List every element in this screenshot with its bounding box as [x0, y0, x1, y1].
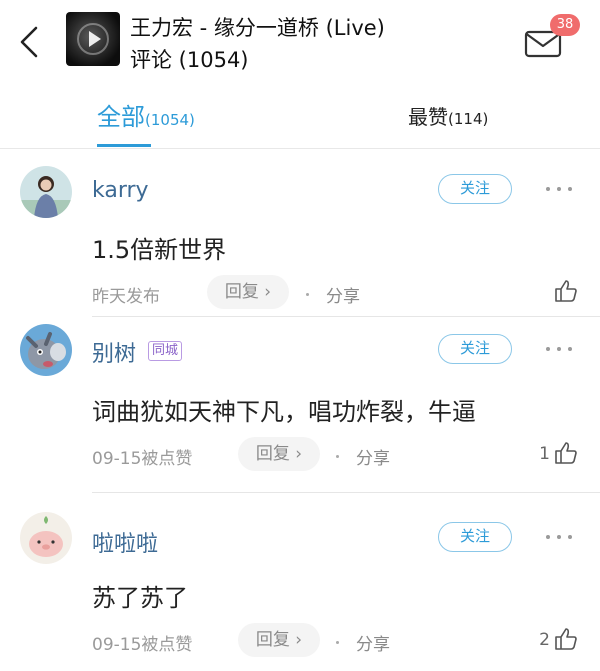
like-count: 2 [539, 630, 550, 650]
share-button[interactable]: 分享 [326, 282, 360, 307]
reply-button[interactable]: 回复 › [207, 275, 289, 309]
song-title: 王力宏 - 缘分一道桥 (Live) [130, 16, 385, 40]
share-button[interactable]: 分享 [356, 444, 390, 469]
avatar[interactable] [20, 166, 72, 218]
divider [92, 492, 600, 493]
username[interactable]: karry [92, 178, 149, 203]
reply-button[interactable]: 回复 › [238, 437, 320, 471]
comment-text: 苏了苏了 [92, 584, 188, 612]
more-options-icon[interactable] [546, 184, 574, 194]
play-icon [89, 31, 101, 47]
tab-all-label: 全部 [97, 103, 145, 131]
separator-dot [336, 455, 339, 458]
divider [92, 316, 600, 317]
active-tab-indicator [97, 144, 151, 147]
username[interactable]: 别树 [92, 336, 136, 368]
comment-meta: 昨天发布 [92, 287, 160, 307]
reply-button[interactable]: 回复 › [238, 623, 320, 657]
thumbs-up-icon[interactable] [554, 627, 578, 651]
tab-hot-count: (114) [448, 110, 489, 128]
comment-count-title: 评论 (1054) [130, 48, 249, 72]
avatar-pig-image [20, 512, 72, 564]
follow-button[interactable]: 关注 [438, 174, 512, 204]
comment-text: 词曲犹如天神下凡，唱功炸裂，牛逼 [92, 398, 476, 426]
username[interactable]: 啦啦啦 [92, 526, 158, 558]
like-count: 1 [539, 444, 550, 464]
avatar[interactable] [20, 512, 72, 564]
avatar-cartoon-image [20, 324, 72, 376]
avatar[interactable] [20, 324, 72, 376]
comment-tabs: 全部(1054) 最赞(114) [0, 90, 600, 149]
back-arrow-icon[interactable] [14, 22, 44, 62]
tab-all[interactable]: 全部(1054) [97, 90, 195, 148]
tab-all-count: (1054) [145, 111, 195, 129]
more-options-icon[interactable] [546, 344, 574, 354]
follow-button[interactable]: 关注 [438, 334, 512, 364]
comment-text: 1.5倍新世界 [92, 236, 227, 264]
separator-dot [306, 293, 309, 296]
same-city-badge: 同城 [148, 341, 183, 361]
tab-hot-label: 最赞 [408, 105, 448, 129]
share-button[interactable]: 分享 [356, 630, 390, 655]
thumbs-up-icon[interactable] [554, 441, 578, 465]
separator-dot [336, 641, 339, 644]
more-options-icon[interactable] [546, 532, 574, 542]
comment-meta: 09-15被点赞 [92, 449, 193, 469]
avatar-girl-image [20, 166, 72, 218]
follow-button[interactable]: 关注 [438, 522, 512, 552]
thumbs-up-icon[interactable] [554, 279, 578, 303]
comment-meta: 09-15被点赞 [92, 635, 193, 655]
unread-badge: 38 [550, 14, 580, 36]
album-cover[interactable] [66, 12, 120, 66]
tab-hot[interactable]: 最赞(114) [408, 90, 488, 148]
top-bar: 王力宏 - 缘分一道桥 (Live) 评论 (1054) 38 [0, 0, 600, 82]
